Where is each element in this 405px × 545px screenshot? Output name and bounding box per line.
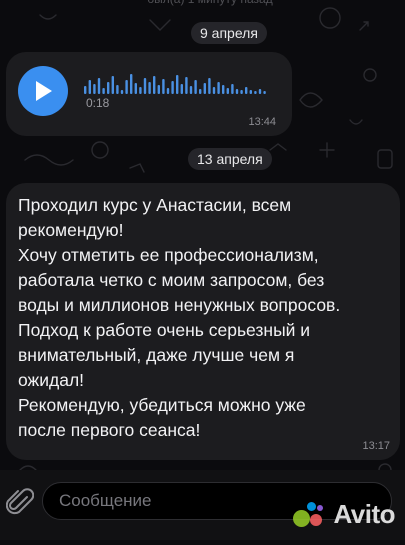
waveform-bar [203, 83, 206, 94]
play-icon [36, 81, 52, 101]
waveform-bar [139, 87, 142, 94]
message-line: после первого сеанса! [18, 420, 201, 440]
waveform-bar [157, 85, 160, 94]
waveform-bar [245, 87, 248, 94]
voice-message-time: 13:44 [248, 116, 276, 128]
waveform-bar [120, 90, 124, 94]
date-separator-1: 9 апреля [191, 22, 267, 44]
waveform-bar [217, 82, 220, 94]
waveform-bar [176, 75, 179, 94]
waveform-bar [116, 85, 119, 94]
waveform-bar [84, 86, 87, 94]
waveform-bar [254, 91, 257, 94]
avito-logo-icon [293, 499, 327, 529]
waveform-bar [153, 76, 156, 94]
waveform-bar [212, 87, 216, 94]
message-line: внимательный, даже лучше чем я [18, 345, 295, 365]
message-line: ожидал! [18, 370, 85, 390]
waveform-bar [194, 80, 197, 94]
voice-message-bubble: 0:18 13:44 [6, 52, 292, 136]
waveform-bar [125, 80, 128, 94]
waveform-bar [222, 85, 225, 94]
waveform-bar [180, 84, 183, 94]
waveform-bar [240, 90, 243, 94]
waveform-bar [185, 77, 188, 94]
waveform-bar [88, 80, 91, 94]
waveform-bar [162, 79, 165, 94]
message-line: рекомендую! [18, 220, 124, 240]
waveform-bar [189, 86, 193, 94]
play-button[interactable] [18, 66, 68, 116]
waveform-bar [166, 88, 170, 94]
avito-watermark: Avito [293, 498, 395, 530]
waveform-bar [97, 78, 101, 94]
message-line: Рекомендую, убедиться можно уже [18, 395, 306, 415]
waveform-bar [148, 82, 151, 94]
waveform-bar [111, 76, 114, 94]
waveform-bar [199, 89, 202, 94]
waveform-bar [107, 82, 110, 94]
waveform-bar [102, 88, 105, 94]
message-line: работала четко с моим запросом, без [18, 270, 325, 290]
waveform-bar [134, 83, 137, 94]
waveform-bar [93, 84, 96, 94]
message-line: Проходил курс у Анастасии, всем [18, 195, 292, 215]
message-line: Хочу отметить ее профессионализм, [18, 245, 319, 265]
waveform-bar [235, 89, 239, 94]
waveform-bar [258, 89, 262, 94]
voice-duration: 0:18 [86, 96, 110, 110]
waveform-bar [249, 90, 252, 94]
avito-logo-text: Avito [333, 498, 395, 529]
waveform-bar [231, 84, 234, 94]
text-message-bubble: Проходил курс у Анастасии, всем рекоменд… [6, 183, 400, 460]
waveform-bar [130, 74, 133, 94]
contact-last-seen: был(а) 1 минуту назад [110, 0, 310, 8]
waveform-bar [171, 81, 174, 94]
waveform-bar [208, 78, 211, 94]
paperclip-icon[interactable] [6, 488, 34, 518]
text-message-time: 13:17 [362, 440, 390, 452]
waveform-bar [143, 78, 147, 94]
message-line: воды и миллионов ненужных вопросов. [18, 295, 341, 315]
waveform-bar [226, 88, 229, 94]
waveform-bar [263, 91, 266, 94]
message-line: Подход к работе очень серьезный и [18, 320, 311, 340]
date-separator-2: 13 апреля [188, 148, 272, 170]
voice-waveform[interactable] [84, 72, 274, 94]
